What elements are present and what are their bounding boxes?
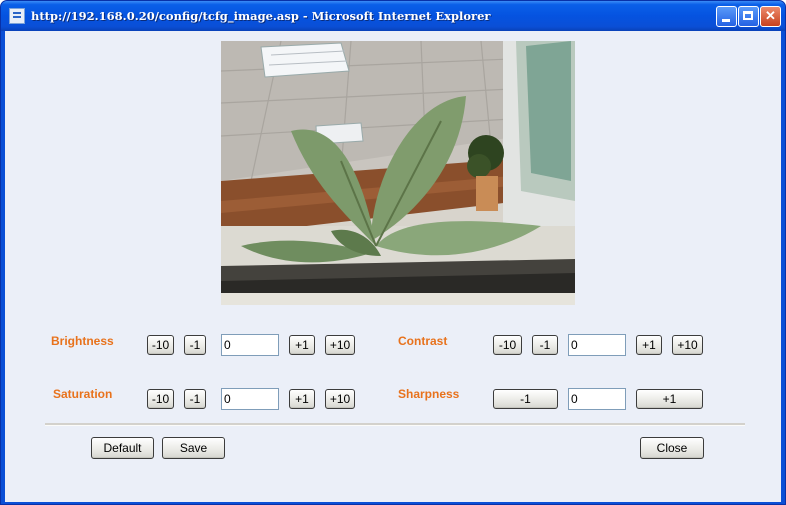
save-button[interactable]: Save — [162, 437, 225, 459]
page-content: Brightness -10 -1 0 +1 +10 Contrast -10 … — [5, 31, 781, 502]
saturation-minus10-button[interactable]: -10 — [147, 389, 174, 409]
minimize-button[interactable] — [716, 6, 737, 27]
divider — [45, 423, 745, 426]
title-bar[interactable]: http://192.168.0.20/config/tcfg_image.as… — [1, 1, 785, 31]
ie-page-icon — [9, 8, 25, 24]
window-title: http://192.168.0.20/config/tcfg_image.as… — [31, 9, 491, 23]
brightness-value-field[interactable]: 0 — [221, 334, 279, 356]
brightness-plus10-button[interactable]: +10 — [325, 335, 355, 355]
sharpness-value-field[interactable]: 0 — [568, 388, 626, 410]
camera-preview-image — [221, 41, 575, 305]
default-button[interactable]: Default — [91, 437, 154, 459]
close-icon: ✕ — [765, 8, 776, 23]
sharpness-minus1-button[interactable]: -1 — [493, 389, 558, 409]
contrast-minus10-button[interactable]: -10 — [493, 335, 522, 355]
contrast-minus1-button[interactable]: -1 — [532, 335, 558, 355]
contrast-plus1-button[interactable]: +1 — [636, 335, 662, 355]
brightness-plus1-button[interactable]: +1 — [289, 335, 315, 355]
saturation-plus1-button[interactable]: +1 — [289, 389, 315, 409]
brightness-minus1-button[interactable]: -1 — [184, 335, 206, 355]
contrast-plus10-button[interactable]: +10 — [672, 335, 703, 355]
sharpness-plus1-button[interactable]: +1 — [636, 389, 703, 409]
saturation-minus1-button[interactable]: -1 — [184, 389, 206, 409]
saturation-value-field[interactable]: 0 — [221, 388, 279, 410]
contrast-value-field[interactable]: 0 — [568, 334, 626, 356]
contrast-label: Contrast — [398, 334, 448, 348]
saturation-plus10-button[interactable]: +10 — [325, 389, 355, 409]
sharpness-label: Sharpness — [398, 387, 460, 401]
close-button[interactable]: Close — [640, 437, 704, 459]
close-window-button[interactable]: ✕ — [760, 6, 781, 27]
brightness-minus10-button[interactable]: -10 — [147, 335, 174, 355]
browser-window: http://192.168.0.20/config/tcfg_image.as… — [0, 0, 786, 505]
brightness-label: Brightness — [51, 334, 114, 348]
saturation-label: Saturation — [53, 387, 113, 401]
maximize-button[interactable] — [738, 6, 759, 27]
